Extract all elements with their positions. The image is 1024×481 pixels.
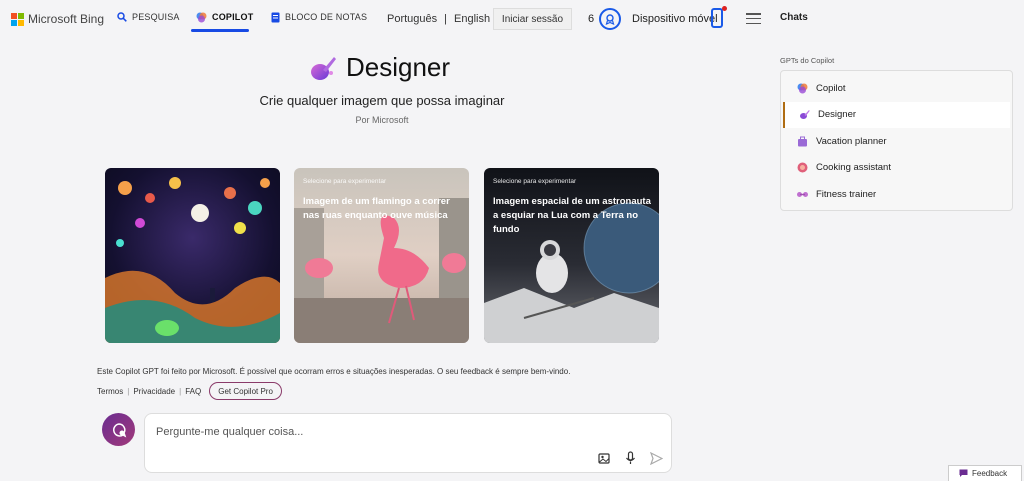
example-card-flamingo[interactable]: Selecione para experimentar Imagem de um…	[294, 168, 469, 343]
rewards-icon[interactable]	[599, 8, 621, 30]
card-hint: Selecione para experimentar	[493, 178, 577, 185]
mobile-phone-icon[interactable]	[711, 8, 723, 28]
gpt-item-label: Designer	[818, 109, 857, 121]
mobile-device-label[interactable]: Dispositivo móvel	[632, 13, 718, 25]
new-topic-button[interactable]	[102, 413, 135, 446]
notification-dot	[722, 6, 727, 11]
feedback-label: Feedback	[972, 469, 1008, 478]
gpt-item-fitness-trainer[interactable]: Fitness trainer	[783, 181, 1010, 208]
link-separator: |	[179, 386, 182, 396]
gpt-item-copilot[interactable]: Copilot	[783, 75, 1010, 102]
gpt-item-designer[interactable]: Designer	[783, 101, 1010, 128]
top-bar: Microsoft Bing PESQUISA COPILOT BLOCO DE…	[0, 0, 1024, 38]
microphone-icon[interactable]	[625, 451, 636, 465]
terms-link[interactable]: Termos	[97, 387, 123, 396]
bing-logo[interactable]: Microsoft Bing	[11, 12, 104, 26]
dumbbell-icon	[797, 191, 808, 197]
input-actions	[598, 451, 663, 465]
feedback-icon	[959, 469, 968, 477]
example-card-astronaut[interactable]: Selecione para experimentar Imagem espac…	[484, 168, 659, 343]
suitcase-icon	[798, 136, 807, 147]
nav-search[interactable]: PESQUISA	[117, 0, 180, 34]
byline: Por Microsoft	[355, 115, 409, 125]
nav-copilot-label: COPILOT	[212, 12, 254, 22]
card-hint: Selecione para experimentar	[303, 178, 387, 185]
menu-icon[interactable]	[746, 13, 761, 24]
card-caption: Imagem de um flamingo a correr nas ruas …	[303, 196, 450, 221]
designer-icon	[311, 56, 336, 80]
lang-english[interactable]: English	[454, 13, 490, 25]
page-title: Designer	[308, 52, 450, 83]
get-copilot-pro-button[interactable]: Get Copilot Pro	[209, 382, 282, 400]
gpt-item-vacation-planner[interactable]: Vacation planner	[783, 128, 1010, 155]
notebook-icon	[271, 12, 280, 22]
chats-heading: Chats	[780, 12, 808, 23]
send-icon[interactable]	[650, 451, 663, 465]
nav-search-label: PESQUISA	[132, 12, 180, 22]
disclaimer-text: Este Copilot GPT foi feito por Microsoft…	[97, 367, 571, 376]
link-separator: |	[127, 386, 130, 396]
subtitle: Crie qualquer imagem que possa imaginar	[259, 93, 505, 108]
rewards-count: 6	[588, 13, 595, 25]
faq-link[interactable]: FAQ	[185, 387, 201, 396]
lantern-night-image	[105, 177, 280, 343]
cooking-icon	[797, 162, 808, 173]
chat-input-box[interactable]: Pergunte-me qualquer coisa...	[144, 413, 672, 473]
search-icon	[117, 12, 127, 22]
footer-links: Termos | Privacidade | FAQ Get Copilot P…	[97, 382, 282, 400]
gpt-item-label: Fitness trainer	[816, 188, 877, 200]
gpt-item-cooking-assistant[interactable]: Cooking assistant	[783, 155, 1010, 182]
title-text: Designer	[346, 52, 451, 82]
gpt-item-label: Cooking assistant	[816, 162, 891, 174]
card-caption: Imagem espacial de um astronauta a esqui…	[493, 196, 651, 235]
gpt-item-label: Copilot	[816, 82, 846, 94]
gpts-list: Copilot Designer Vacation planner Cookin…	[780, 70, 1013, 211]
logo-text: Microsoft Bing	[28, 12, 105, 26]
designer-icon	[800, 110, 810, 120]
active-tab-indicator	[191, 29, 249, 32]
gpt-item-label: Vacation planner	[816, 135, 887, 147]
nav-notebook-label: BLOCO DE NOTAS	[285, 12, 368, 22]
copilot-icon	[196, 12, 207, 22]
example-card-lanterns[interactable]	[105, 168, 280, 343]
lang-portuguese[interactable]: Português	[387, 13, 437, 25]
chat-input-placeholder[interactable]: Pergunte-me qualquer coisa...	[156, 426, 303, 438]
image-upload-icon[interactable]	[598, 452, 611, 465]
gpts-section-label: GPTs do Copilot	[780, 56, 835, 65]
copilot-icon	[797, 83, 808, 94]
chat-bubble-icon	[112, 422, 126, 437]
language-switcher: Português | English	[387, 13, 490, 25]
privacy-link[interactable]: Privacidade	[133, 387, 175, 396]
nav-notebook[interactable]: BLOCO DE NOTAS	[271, 0, 367, 34]
microsoft-logo-icon	[11, 13, 24, 26]
feedback-button[interactable]: Feedback	[948, 465, 1022, 481]
signin-button[interactable]: Iniciar sessão	[493, 8, 572, 30]
lang-separator: |	[444, 13, 448, 25]
